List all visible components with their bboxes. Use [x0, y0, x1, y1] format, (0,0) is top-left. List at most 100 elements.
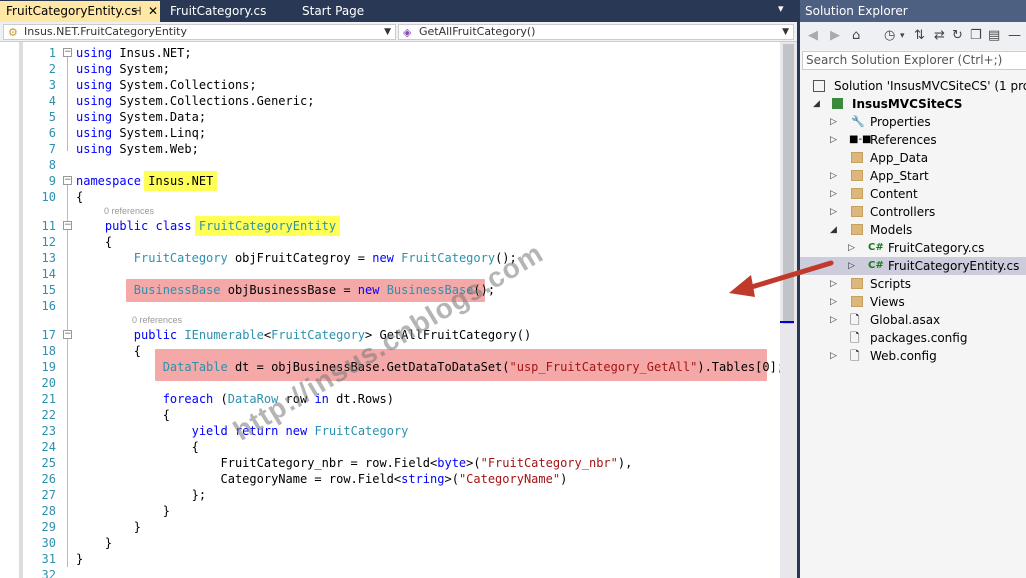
tree-item-content[interactable]: ▷ Content [800, 185, 1026, 203]
collapsed-icon[interactable]: ▷ [848, 257, 855, 275]
tree-item-models[interactable]: ◢ Models [800, 221, 1026, 239]
refresh-icon[interactable]: ↻ [952, 28, 963, 43]
show-all-files-icon[interactable]: ▤ [988, 28, 1000, 43]
solution-search-input[interactable]: Search Solution Explorer (Ctrl+;) [802, 51, 1026, 70]
collapsed-icon[interactable]: ▷ [830, 347, 837, 365]
method-icon: ◈ [403, 26, 412, 39]
collapsed-icon[interactable]: ▷ [830, 185, 837, 203]
tab-label: FruitCategoryEntity.cs [6, 4, 138, 18]
tree-item-properties[interactable]: ▷ 🔧 Properties [800, 113, 1026, 131]
tab-list-chevron-down-icon[interactable]: ▾ [778, 2, 784, 15]
forward-icon[interactable]: ▶ [830, 28, 840, 43]
pending-changes-icon[interactable]: ⇅ [914, 28, 925, 43]
code-line: { [76, 190, 84, 204]
code-line: using Insus.NET; [76, 46, 192, 60]
tab-start-page[interactable]: Start Page [296, 1, 386, 22]
tree-item-references[interactable]: ▷ ■-■ References [800, 131, 1026, 149]
tree-project[interactable]: ◢ InsusMVCSiteCS [800, 95, 1026, 113]
pin-icon[interactable]: ⊣ [131, 1, 141, 21]
line-number: 27 [41, 488, 56, 502]
back-icon[interactable]: ◀ [808, 28, 818, 43]
sync-icon[interactable]: ⇄ [934, 28, 945, 43]
line-number: 11 [41, 219, 56, 233]
tree-item-app-data[interactable]: App_Data [800, 149, 1026, 167]
outline-guide [67, 185, 68, 567]
annotation-arrow-icon [729, 260, 834, 297]
vertical-scrollbar[interactable] [780, 42, 797, 578]
csharp-file-icon: C# [868, 260, 884, 271]
collapsed-icon[interactable]: ▷ [830, 203, 837, 221]
line-number: 15 [41, 283, 56, 297]
code-line: } [133, 520, 142, 534]
history-icon[interactable]: ◷ [884, 28, 895, 43]
folder-icon [851, 152, 863, 163]
code-line: BusinessBase objBusinessBase = new Busin… [133, 283, 496, 297]
line-number: 14 [41, 267, 56, 281]
line-number: 6 [48, 126, 56, 140]
collapsed-icon[interactable]: ▷ [830, 167, 837, 185]
expanded-icon[interactable]: ◢ [813, 95, 820, 113]
home-icon[interactable]: ⌂ [852, 28, 860, 43]
line-number: 28 [41, 504, 56, 518]
collapse-toggle[interactable]: − [63, 176, 72, 185]
line-number: 20 [41, 376, 56, 390]
line-number: 7 [48, 142, 56, 156]
codelens-references[interactable]: 0 references [132, 315, 182, 325]
code-line: { [191, 440, 199, 454]
code-line: { [162, 408, 170, 422]
line-number: 25 [41, 456, 56, 470]
code-area[interactable]: 1 2 3 4 5 6 7 8 9 10 11 12 13 14 15 16 1… [0, 42, 784, 578]
collapse-toggle[interactable]: − [63, 48, 72, 57]
namespace-highlight: Insus.NET [144, 171, 218, 191]
chevron-down-icon[interactable]: ▾ [900, 31, 905, 41]
collapse-toggle[interactable]: − [63, 330, 72, 339]
code-line: using System.Collections; [76, 78, 257, 92]
line-number: 3 [48, 78, 56, 92]
codelens-references[interactable]: 0 references [104, 206, 154, 216]
collapsed-icon[interactable]: ▷ [848, 239, 855, 257]
line-number: 8 [48, 158, 56, 172]
collapsed-icon[interactable]: ▷ [830, 113, 837, 131]
collapse-toggle[interactable]: − [63, 221, 72, 230]
chevron-down-icon: ▼ [782, 27, 789, 37]
code-line: public class FruitCategoryEntity [76, 216, 341, 236]
line-number: 26 [41, 472, 56, 486]
tree-item-global-asax[interactable]: ▷ 🗋 Global.asax [800, 311, 1026, 329]
expanded-icon[interactable]: ◢ [830, 221, 837, 239]
document-tab-bar: FruitCategoryEntity.cs ⊣ ✕ FruitCategory… [0, 0, 797, 22]
tree-item-controllers[interactable]: ▷ Controllers [800, 203, 1026, 221]
code-line: FruitCategory objFruitCategroy = new Fru… [133, 251, 517, 265]
tree-item-app-start[interactable]: ▷ App_Start [800, 167, 1026, 185]
collapsed-icon[interactable]: ▷ [830, 131, 837, 149]
close-icon[interactable]: ✕ [148, 1, 158, 21]
tab-fruitcategoryentity[interactable]: FruitCategoryEntity.cs ⊣ ✕ [0, 1, 160, 22]
code-line: DataTable dt = objBusinessBase.GetDataTo… [162, 360, 785, 374]
code-line: } [76, 552, 84, 566]
navigation-bar: ⚙ Insus.NET.FruitCategoryEntity ▼ ◈ GetA… [0, 22, 797, 42]
code-editor[interactable]: FruitCategoryEntity.cs ⊣ ✕ FruitCategory… [0, 0, 797, 578]
project-icon [832, 98, 843, 109]
line-number: 9 [48, 174, 56, 188]
code-line: } [162, 504, 170, 518]
solution-explorer-toolbar: ◀ ▶ ⌂ ◷ ▾ ⇅ ⇄ ↻ ❐ ▤ — [800, 22, 1026, 50]
tab-fruitcategory[interactable]: FruitCategory.cs [164, 1, 294, 22]
code-line: namespace Insus.NET [76, 171, 218, 191]
outline-guide [67, 57, 68, 151]
tree-solution[interactable]: Solution 'InsusMVCSiteCS' (1 project [800, 77, 1026, 95]
wrench-icon: 🔧 [851, 115, 865, 128]
folder-open-icon [851, 224, 863, 235]
class-scope-dropdown[interactable]: ⚙ Insus.NET.FruitCategoryEntity ▼ [3, 24, 396, 40]
class-icon: ⚙ [8, 26, 18, 39]
line-number: 30 [41, 536, 56, 550]
properties-icon[interactable]: — [1008, 28, 1021, 43]
collapse-all-icon[interactable]: ❐ [970, 28, 982, 43]
change-margin [19, 42, 23, 578]
collapsed-icon[interactable]: ▷ [830, 311, 837, 329]
folder-icon [851, 296, 863, 307]
line-number: 10 [41, 190, 56, 204]
folder-icon [851, 188, 863, 199]
member-scope-dropdown[interactable]: ◈ GetAllFruitCategory() ▼ [398, 24, 794, 40]
tree-item-web-config[interactable]: ▷ 🗋 Web.config [800, 347, 1026, 365]
line-number: 24 [41, 440, 56, 454]
tree-item-packages-config[interactable]: 🗋 packages.config [800, 329, 1026, 347]
